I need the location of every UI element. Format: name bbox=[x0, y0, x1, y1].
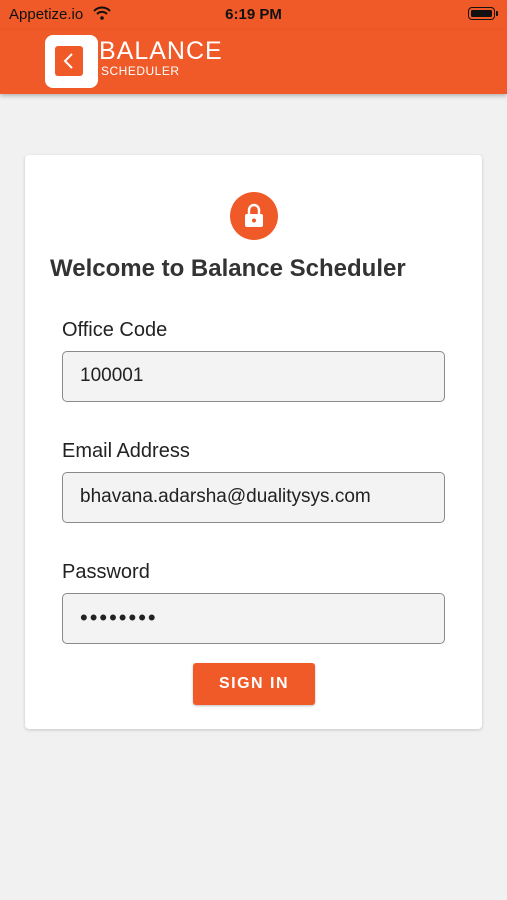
page-title: Welcome to Balance Scheduler bbox=[50, 255, 406, 282]
battery-icon bbox=[468, 7, 495, 20]
lock-icon bbox=[230, 192, 278, 240]
brand-name: BALANCE bbox=[99, 37, 223, 65]
login-card: Welcome to Balance Scheduler Office Code… bbox=[25, 155, 482, 729]
balance-logo-icon bbox=[45, 35, 98, 88]
password-field[interactable]: •••••••• bbox=[62, 593, 445, 644]
email-label: Email Address bbox=[62, 440, 190, 462]
office-code-label: Office Code bbox=[62, 319, 168, 341]
sign-in-button[interactable]: SIGN IN bbox=[193, 663, 315, 705]
battery-tip bbox=[496, 11, 498, 16]
brand-subtitle: SCHEDULER bbox=[101, 64, 180, 78]
status-time: 6:19 PM bbox=[225, 6, 282, 23]
email-field[interactable]: bhavana.adarsha@dualitysys.com bbox=[62, 472, 445, 523]
status-bar: Appetize.io 6:19 PM bbox=[0, 0, 507, 30]
password-label: Password bbox=[62, 561, 150, 583]
app-header: BALANCE SCHEDULER bbox=[0, 30, 507, 94]
office-code-field[interactable]: 100001 bbox=[62, 351, 445, 402]
